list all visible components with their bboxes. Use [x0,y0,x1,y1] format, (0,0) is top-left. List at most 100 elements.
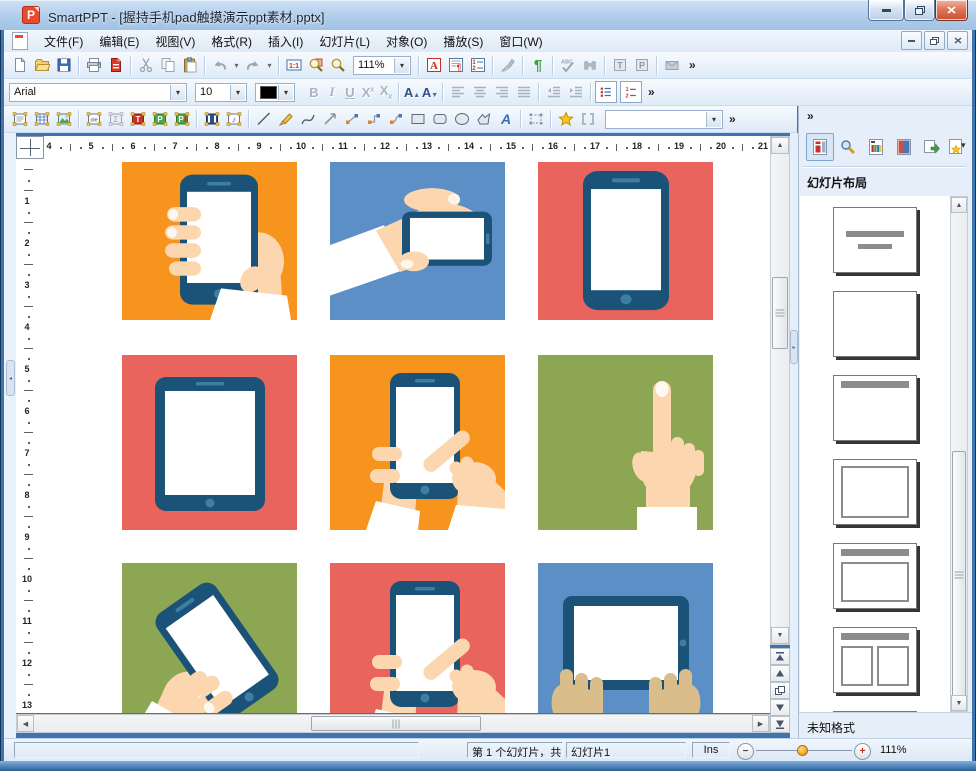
font-color-button[interactable]: A [423,54,445,77]
bullets-numbering-settings-button[interactable]: 12 [467,54,489,77]
copy-icon[interactable] [157,54,179,77]
font-size-dropdown[interactable]: ▾ [230,84,245,100]
formatting-marks-button[interactable]: ¶ [527,54,549,77]
transition-panel-button[interactable] [918,133,946,161]
new-document-button[interactable] [9,54,31,77]
slide-canvas[interactable] [44,159,770,713]
panel-splitter-handle[interactable]: ▸ [790,330,798,364]
ellipse-tool[interactable] [451,108,473,131]
title-frame-button[interactable]: T [127,108,149,131]
video-frame-button[interactable] [201,108,223,131]
horizontal-scrollbar[interactable]: ◀ ▶ [16,714,770,733]
format-paintbrush-icon[interactable] [497,54,519,77]
minimize-button[interactable] [868,0,904,21]
zoom-page-button[interactable] [305,54,327,77]
export-pdf-button[interactable] [105,54,127,77]
undo-icon[interactable] [209,54,231,77]
mdi-close-button[interactable] [947,31,968,50]
ole-frame-button[interactable]: ole [83,108,105,131]
line-tool[interactable] [253,108,275,131]
connector-straight-tool[interactable] [341,108,363,131]
select-objects-tool[interactable] [525,108,547,131]
audio-frame-button[interactable]: ♪ [223,108,245,131]
align-right-icon[interactable] [491,81,513,104]
color-scheme-panel-button[interactable] [862,133,890,161]
rectangle-tool[interactable] [407,108,429,131]
menu-object[interactable]: 对象(O) [378,30,435,53]
italic-button[interactable]: I [323,84,341,100]
open-button[interactable] [31,54,53,77]
polygon-tool[interactable] [473,108,495,131]
redo-dropdown[interactable]: ▾ [264,54,275,77]
menu-format[interactable]: 格式(R) [203,30,260,53]
presentation-mode-icon[interactable]: P [631,54,653,77]
design-search-panel-button[interactable] [834,133,862,161]
layout-scrollbar[interactable]: ▲ ▼ [950,196,968,712]
font-name-dropdown[interactable]: ▾ [170,84,185,100]
placeholder-frame-button[interactable]: P [149,108,171,131]
finger-touching-phone-red[interactable] [330,563,505,713]
table-frame-button[interactable] [31,108,53,131]
vertical-scroll-thumb[interactable] [772,277,788,349]
shape-style-combo[interactable]: ▾ [605,109,723,129]
maximize-button[interactable] [904,0,935,21]
curve-tool[interactable] [297,108,319,131]
binoculars-icon[interactable] [579,54,601,77]
mdi-minimize-button[interactable] [901,31,922,50]
layout-blank[interactable] [833,291,917,357]
slide-layout-list[interactable] [800,196,950,712]
previous-slide-button[interactable] [770,665,790,682]
layout-title-subtitle[interactable] [833,207,917,273]
shape-style-dropdown[interactable]: ▾ [706,111,721,127]
menu-play[interactable]: 播放(S) [435,30,491,53]
font-name-combo[interactable]: Arial ▾ [9,82,187,102]
connector-curve-tool[interactable] [385,108,407,131]
paragraph-settings-button[interactable]: ¶ [445,54,467,77]
zoom-slider-thumb[interactable] [797,745,808,756]
subscript-button[interactable]: Xx [377,83,395,101]
panel-options-dropdown[interactable]: ▾ [961,140,966,151]
spellcheck-icon[interactable]: ABC [557,54,579,77]
finger-touching-phone[interactable] [330,355,505,530]
justify-icon[interactable] [513,81,535,104]
toolbar-overflow-chevron[interactable]: » [723,112,742,126]
vertical-ruler[interactable]: 1 2 3 4 5 6 7 8 9 10 11 12 13 [16,159,45,713]
font-size-combo[interactable]: 10 ▾ [195,82,247,102]
close-button[interactable] [935,0,968,21]
layout-title-only[interactable] [833,375,917,441]
zoom-out-button[interactable]: − [737,743,754,760]
next-slide-button[interactable] [770,699,790,716]
layout-title-content[interactable] [833,543,917,609]
text-mode-icon[interactable]: T [609,54,631,77]
first-slide-button[interactable] [770,648,790,665]
superscript-button[interactable]: Xx [359,85,377,100]
text-frame-button[interactable] [9,108,31,131]
toolbar-overflow-chevron[interactable]: » [642,85,661,99]
panel-splitter[interactable] [790,133,798,740]
font-color-swatch-dropdown[interactable]: ▾ [278,84,293,100]
title-bar[interactable]: P SmartPPT - [握持手机pad触摸演示ppt素材.pptx] [0,0,976,30]
menu-slide[interactable]: 幻灯片(L) [311,30,378,53]
slide-sorter-button[interactable] [770,682,790,699]
grow-font-button[interactable]: A▲ [403,85,421,100]
scroll-down-button[interactable]: ▼ [771,627,789,644]
menu-insert[interactable]: 插入(I) [260,30,311,53]
slide-design-panel-button[interactable] [890,133,918,161]
autoshape-star-tool[interactable] [555,108,577,131]
slide-layout-panel-button[interactable] [806,133,834,161]
rounded-rectangle-tool[interactable] [429,108,451,131]
zoom-combo[interactable]: 111% ▾ [353,55,411,75]
connector-elbow-tool[interactable] [363,108,385,131]
ui-elements-tool[interactable] [577,108,599,131]
bold-button[interactable]: B [305,85,323,100]
menu-window[interactable]: 窗口(W) [491,30,550,53]
ruler-origin-box[interactable] [16,136,44,159]
send-mail-icon[interactable] [661,54,683,77]
print-button[interactable] [83,54,105,77]
hand-holding-phone-landscape[interactable] [330,162,505,320]
scroll-right-button[interactable]: ▶ [752,715,769,732]
document-icon[interactable] [12,32,28,50]
left-splitter-handle[interactable]: ◂ [6,360,15,396]
image-frame-button[interactable] [53,108,75,131]
smartphone-portrait[interactable] [538,162,713,320]
